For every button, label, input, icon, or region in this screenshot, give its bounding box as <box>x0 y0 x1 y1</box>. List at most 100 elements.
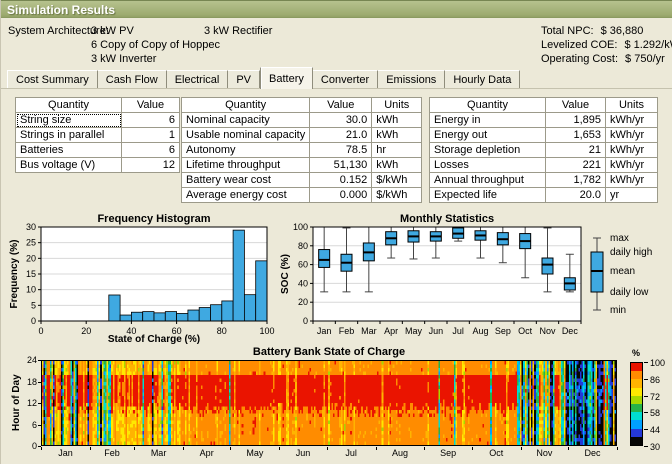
battery-config-table: QuantityValueString size6Strings in para… <box>15 97 180 173</box>
table-header-row: QuantityValueUnits <box>430 98 658 113</box>
svg-text:max: max <box>610 233 629 244</box>
table-cell[interactable]: kWh <box>372 158 422 173</box>
table-cell[interactable]: Usable nominal capacity <box>182 128 310 143</box>
table-cell[interactable]: kWh/yr <box>606 113 658 128</box>
table-row: Usable nominal capacity21.0kWh <box>182 128 422 143</box>
tab-converter[interactable]: Converter <box>313 70 378 88</box>
simulation-results-window: Simulation Results System Architecture: … <box>0 0 672 464</box>
table-cell[interactable]: 1,653 <box>546 128 606 143</box>
month-tick-label: Apr <box>200 448 214 458</box>
table-cell[interactable]: kWh/yr <box>606 143 658 158</box>
hour-tick-label: 12 <box>17 398 37 408</box>
table-cell[interactable]: Batteries <box>16 143 122 158</box>
tab-cost-summary[interactable]: Cost Summary <box>7 70 98 88</box>
heatmap-canvas <box>42 361 616 445</box>
table-cell[interactable]: Nominal capacity <box>182 113 310 128</box>
table-cell[interactable]: yr <box>606 188 658 203</box>
table-cell[interactable]: kWh/yr <box>606 158 658 173</box>
table-cell[interactable]: 1 <box>122 128 180 143</box>
column-header: Quantity <box>430 98 546 113</box>
table-cell[interactable]: kWh <box>372 113 422 128</box>
soc-heatmap-chart: Battery Bank State of Charge Hour of Day… <box>9 346 669 460</box>
table-cell[interactable]: Energy in <box>430 113 546 128</box>
svg-text:Oct: Oct <box>518 326 533 336</box>
svg-text:mean: mean <box>610 266 635 277</box>
table-cell[interactable]: Strings in parallel <box>16 128 122 143</box>
metric-levelized-coe: Levelized COE:$ 1.292/kWh <box>541 39 672 51</box>
table-cell[interactable]: kWh/yr <box>606 173 658 188</box>
frequency-histogram-chart: 020406080100051015202530Frequency Histog… <box>9 212 277 344</box>
table-cell[interactable]: Annual throughput <box>430 173 546 188</box>
tab-emissions[interactable]: Emissions <box>378 70 445 88</box>
table-row: Expected life20.0yr <box>430 188 658 203</box>
table-cell[interactable]: Lifetime throughput <box>182 158 310 173</box>
color-scale-label: 30 <box>650 442 660 452</box>
color-scale-segment <box>631 412 642 420</box>
table-cell[interactable]: hr <box>372 143 422 158</box>
table-cell[interactable]: 6 <box>122 143 180 158</box>
table-cell[interactable]: 78.5 <box>310 143 372 158</box>
column-header: Value <box>310 98 372 113</box>
table-cell[interactable]: Battery wear cost <box>182 173 310 188</box>
table-cell[interactable]: 6 <box>122 113 180 128</box>
svg-text:Jul: Jul <box>452 326 464 336</box>
color-scale-tick <box>644 379 648 380</box>
table-cell[interactable]: Losses <box>430 158 546 173</box>
table-cell[interactable]: Energy out <box>430 128 546 143</box>
tab-cash-flow[interactable]: Cash Flow <box>98 70 167 88</box>
table-cell[interactable]: Average energy cost <box>182 188 310 203</box>
table-cell[interactable]: 12 <box>122 158 180 173</box>
month-tick <box>568 447 569 450</box>
svg-text:60: 60 <box>298 260 308 270</box>
table-cell[interactable]: 51,130 <box>310 158 372 173</box>
month-tick-label: Feb <box>104 448 120 458</box>
month-tick <box>617 447 618 450</box>
color-scale-label: 86 <box>650 375 660 385</box>
color-scale-segment <box>631 420 642 428</box>
monthly-statistics-chart: JanFebMarAprMayJunJulAugSepOctNovDec0204… <box>279 212 667 344</box>
month-tick <box>41 447 42 450</box>
hour-tick-label: 0 <box>17 441 37 451</box>
table-row: Storage depletion21kWh/yr <box>430 143 658 158</box>
color-scale-label: 100 <box>650 358 665 368</box>
month-tick <box>90 447 91 450</box>
svg-text:Monthly Statistics: Monthly Statistics <box>400 213 494 225</box>
table-cell[interactable]: 0.152 <box>310 173 372 188</box>
table-cell[interactable]: Storage depletion <box>430 143 546 158</box>
table-cell[interactable]: 1,782 <box>546 173 606 188</box>
window-titlebar[interactable]: Simulation Results <box>1 0 672 18</box>
table-row: Energy in1,895kWh/yr <box>430 113 658 128</box>
hour-tick-label: 24 <box>17 355 37 365</box>
table-cell[interactable]: 221 <box>546 158 606 173</box>
table-cell[interactable]: Bus voltage (V) <box>16 158 122 173</box>
month-tick <box>376 447 377 450</box>
table-cell[interactable]: 1,895 <box>546 113 606 128</box>
system-component-battery: 6 Copy of Copy of Hoppec <box>91 39 220 51</box>
tab-battery[interactable]: Battery <box>260 67 313 89</box>
table-cell[interactable]: $/kWh <box>372 173 422 188</box>
table-cell[interactable]: kWh/yr <box>606 128 658 143</box>
color-scale-bar <box>630 362 643 446</box>
table-cell[interactable]: kWh <box>372 128 422 143</box>
table-cell[interactable]: $/kWh <box>372 188 422 203</box>
table-cell[interactable]: Autonomy <box>182 143 310 158</box>
table-cell[interactable]: 21.0 <box>310 128 372 143</box>
svg-text:SOC (%): SOC (%) <box>280 254 291 294</box>
table-cell[interactable]: 21 <box>546 143 606 158</box>
table-cell[interactable]: 30.0 <box>310 113 372 128</box>
tab-hourly-data[interactable]: Hourly Data <box>445 70 520 88</box>
svg-text:Frequency Histogram: Frequency Histogram <box>97 213 210 225</box>
color-scale-segment <box>631 379 642 387</box>
tab-electrical[interactable]: Electrical <box>167 70 229 88</box>
tab-pv[interactable]: PV <box>228 70 260 88</box>
table-cell[interactable]: 0.000 <box>310 188 372 203</box>
metric-value: $ 1.292/kWh <box>624 39 672 51</box>
table-cell[interactable]: 20.0 <box>546 188 606 203</box>
svg-text:30: 30 <box>26 222 36 232</box>
table-row: Battery wear cost0.152$/kWh <box>182 173 422 188</box>
table-cell[interactable]: String size <box>16 113 122 128</box>
table-cell[interactable]: Expected life <box>430 188 546 203</box>
month-tick <box>230 447 231 450</box>
metric-operating-cost: Operating Cost:$ 750/yr <box>541 53 665 65</box>
svg-text:40: 40 <box>298 278 308 288</box>
